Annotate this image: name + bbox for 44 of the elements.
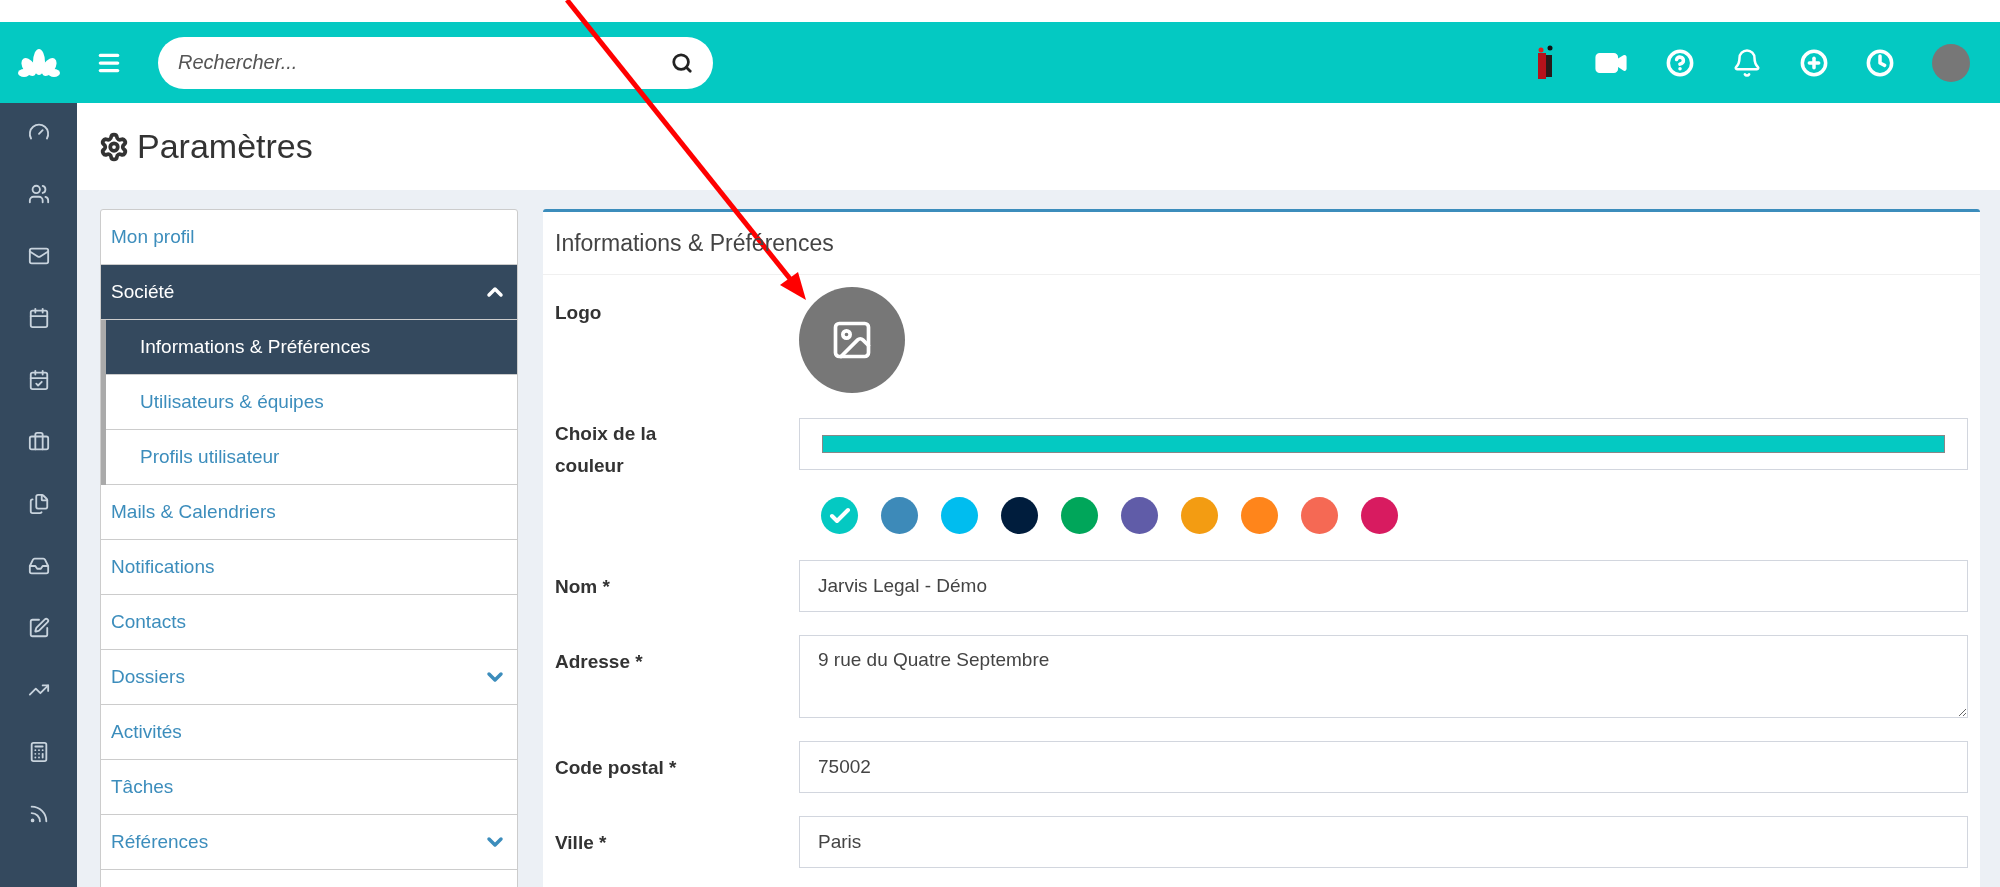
tray-icon[interactable] <box>27 555 50 577</box>
text-field[interactable]: 75002 <box>799 741 1968 793</box>
submenu-item[interactable]: Profils utilisateur <box>106 430 517 485</box>
color-swatch[interactable] <box>1121 497 1158 534</box>
menu-item[interactable]: Dossiers <box>101 650 517 705</box>
calendar-check-icon[interactable] <box>27 369 50 391</box>
menu-item[interactable]: Mails & Calendriers <box>101 485 517 540</box>
briefcase-icon[interactable] <box>27 431 50 453</box>
search-icon[interactable] <box>671 51 693 74</box>
menu-item[interactable]: Contacts <box>101 595 517 650</box>
color-swatch[interactable] <box>821 497 858 534</box>
address-field[interactable]: 9 rue du Quatre Septembre <box>799 635 1968 718</box>
page-title: Paramètres <box>137 126 313 167</box>
field-label: Choix de la couleur <box>555 422 658 478</box>
settings-icon <box>99 131 129 162</box>
mail-icon[interactable] <box>27 245 50 267</box>
color-swatch[interactable] <box>1241 497 1278 534</box>
color-swatch[interactable] <box>1001 497 1038 534</box>
text-field[interactable]: Jarvis Legal - Démo <box>799 560 1968 612</box>
color-field[interactable] <box>799 418 1968 470</box>
search-field[interactable]: Rechercher... <box>158 36 713 89</box>
menu-item[interactable]: Activités <box>101 705 517 760</box>
menu-item[interactable]: Tâches <box>101 760 517 815</box>
contacts-icon[interactable] <box>27 183 50 205</box>
text-field[interactable]: Paris <box>799 816 1968 868</box>
menu-item[interactable]: Notifications <box>101 540 517 595</box>
color-swatch[interactable] <box>1061 497 1098 534</box>
color-swatch[interactable] <box>881 497 918 534</box>
field-label: Code postal * <box>555 756 678 780</box>
submenu-item[interactable]: Informations & Préférences <box>106 320 517 375</box>
menu-item[interactable]: Références <box>101 815 517 870</box>
menu-item[interactable]: Société <box>101 265 517 320</box>
documents-icon[interactable] <box>27 493 50 515</box>
color-swatch[interactable] <box>1361 497 1398 534</box>
color-swatch[interactable] <box>1301 497 1338 534</box>
field-label: Adresse * <box>555 650 644 674</box>
color-swatch[interactable] <box>941 497 978 534</box>
color-swatch[interactable] <box>1181 497 1218 534</box>
field-label: Logo <box>555 301 603 325</box>
submenu-item[interactable]: Utilisateurs & équipes <box>106 375 517 430</box>
field-label: Ville * <box>555 831 608 855</box>
calendar-icon[interactable] <box>27 307 50 329</box>
field-label: Nom * <box>555 575 611 599</box>
edit-icon[interactable] <box>27 617 50 639</box>
